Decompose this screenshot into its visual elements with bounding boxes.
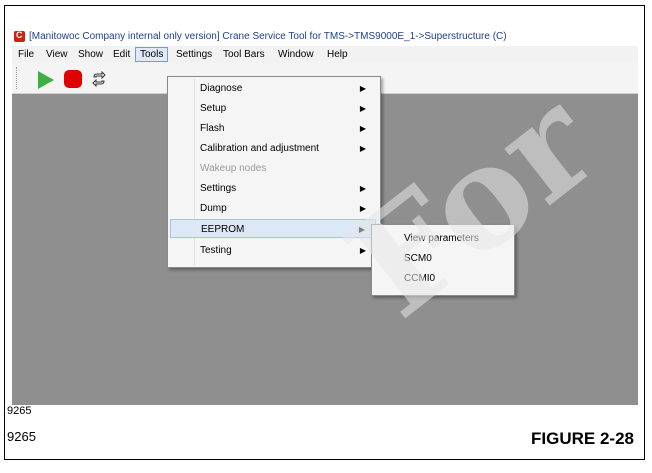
submenu-arrow-icon: ▶	[359, 124, 366, 133]
menu-item-ccmi0[interactable]: CCMI0	[374, 269, 510, 288]
submenu-arrow-icon: ▶	[359, 104, 366, 113]
menu-item-calibration[interactable]: Calibration and adjustment ▶	[170, 139, 376, 158]
menu-show[interactable]: Show	[74, 48, 107, 61]
menu-item-label: Wakeup nodes	[200, 163, 267, 174]
submenu-arrow-icon: ▶	[359, 204, 366, 213]
menu-item-flash[interactable]: Flash ▶	[170, 119, 376, 138]
figure-title: FIGURE 2-28	[531, 429, 634, 448]
eeprom-submenu: View parameters SCM0 CCMI0	[371, 224, 515, 296]
menu-help[interactable]: Help	[323, 48, 352, 61]
title-bar: [Manitowoc Company internal only version…	[12, 28, 638, 46]
menu-item-label: Setup	[200, 103, 227, 114]
menu-item-eeprom[interactable]: EEPROM ▶	[170, 219, 376, 238]
stop-icon[interactable]	[64, 70, 82, 88]
submenu-arrow-icon: ▶	[359, 144, 366, 153]
menu-item-setup[interactable]: Setup ▶	[170, 99, 376, 118]
menu-file[interactable]: File	[14, 48, 38, 61]
menu-item-label: Testing	[200, 245, 232, 256]
menu-item-label: EEPROM	[201, 224, 245, 235]
menu-tools[interactable]: Tools	[135, 47, 169, 62]
submenu-arrow-icon: ▶	[359, 84, 366, 93]
menu-edit[interactable]: Edit	[109, 48, 134, 61]
menu-item-label: Calibration and adjustment	[200, 143, 319, 154]
menu-item-dump[interactable]: Dump ▶	[170, 199, 376, 218]
menu-item-label: Flash	[200, 123, 225, 134]
menu-settings[interactable]: Settings	[172, 48, 216, 61]
menu-item-settings[interactable]: Settings ▶	[170, 179, 376, 198]
window-title: [Manitowoc Company internal only version…	[29, 31, 507, 42]
refresh-icon[interactable]	[91, 71, 107, 87]
figure-number-inside: 9265	[7, 405, 32, 417]
menu-item-label: Dump	[200, 203, 227, 214]
toolbar-grip[interactable]	[16, 67, 20, 89]
menu-item-label: SCM0	[404, 253, 432, 264]
menu-tool-bars[interactable]: Tool Bars	[219, 48, 269, 61]
app-window: [Manitowoc Company internal only version…	[12, 28, 638, 405]
menu-item-scm0[interactable]: SCM0	[374, 249, 510, 268]
submenu-arrow-icon: ▶	[358, 225, 365, 234]
menu-item-diagnose[interactable]: Diagnose ▶	[170, 79, 376, 98]
tools-menu: Diagnose ▶ Setup ▶ Flash ▶ Calibration a…	[167, 76, 381, 268]
play-icon[interactable]	[38, 71, 54, 89]
menu-item-wakeup-nodes: Wakeup nodes	[170, 159, 376, 178]
figure-number: 9265	[7, 429, 36, 444]
menu-item-label: View parameters	[404, 233, 479, 244]
menu-item-label: Diagnose	[200, 83, 243, 94]
menu-item-view-parameters[interactable]: View parameters	[374, 229, 510, 248]
menu-view[interactable]: View	[42, 48, 72, 61]
app-logo-icon	[14, 30, 25, 42]
submenu-arrow-icon: ▶	[359, 246, 366, 255]
menu-item-testing[interactable]: Testing ▶	[170, 241, 376, 260]
menu-item-label: Settings	[200, 183, 237, 194]
menu-bar: File View Show Edit Tools Settings Tool …	[12, 46, 638, 63]
submenu-arrow-icon: ▶	[359, 184, 366, 193]
menu-item-label: CCMI0	[404, 273, 436, 284]
menu-window[interactable]: Window	[274, 48, 318, 61]
